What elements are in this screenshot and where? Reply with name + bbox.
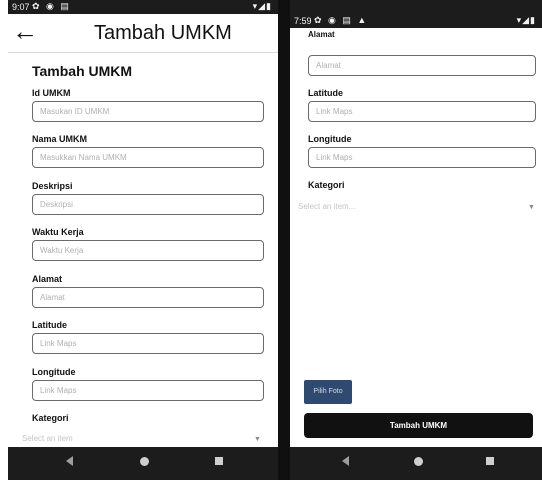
- label-deskripsi: Deskripsi: [32, 181, 73, 191]
- nav-back-icon[interactable]: [342, 456, 349, 466]
- nav-home-icon[interactable]: [414, 457, 423, 466]
- label-waktu-kerja: Waktu Kerja: [32, 227, 84, 237]
- input-alamat[interactable]: Alamat: [32, 287, 264, 308]
- signal-battery-icon: ▾◢▮: [516, 15, 536, 25]
- input-latitude[interactable]: Link Maps: [32, 333, 264, 354]
- app-bar: 9:07 ✿ ◉ ▤ ▾◢▮ ← Tambah UMKM: [8, 0, 278, 53]
- input-latitude[interactable]: Link Maps: [308, 101, 536, 122]
- label-longitude: Longitude: [32, 367, 76, 377]
- select-kategori-placeholder: Select an item: [22, 434, 73, 443]
- label-alamat: Alamat: [308, 30, 335, 39]
- input-longitude[interactable]: Link Maps: [32, 380, 264, 401]
- right-phone-screen: 7:59 ✿ ◉ ▤ ▲ ▾◢▮ Alamat Alamat Latitude …: [290, 0, 542, 480]
- form-title: Tambah UMKM: [32, 63, 133, 79]
- input-waktu-kerja[interactable]: Waktu Kerja: [32, 240, 264, 261]
- label-kategori: Kategori: [308, 180, 345, 190]
- status-time: 7:59: [294, 16, 312, 26]
- label-id-umkm: Id UMKM: [32, 88, 71, 98]
- screen-divider: [278, 0, 290, 480]
- select-kategori[interactable]: Select an item...: [298, 202, 528, 211]
- label-latitude: Latitude: [32, 320, 67, 330]
- input-deskripsi[interactable]: Deskripsi: [32, 194, 264, 215]
- chevron-down-icon[interactable]: ▼: [254, 436, 261, 443]
- status-icons: ✿ ◉ ▤: [32, 1, 71, 11]
- pilih-foto-button[interactable]: Pilih Foto: [304, 380, 352, 404]
- android-nav-bar: [290, 447, 542, 480]
- signal-battery-icon: ▾◢▮: [252, 1, 272, 11]
- select-kategori-placeholder: Select an item...: [298, 202, 356, 211]
- status-bar: 7:59 ✿ ◉ ▤ ▲ ▾◢▮: [290, 14, 542, 28]
- label-nama-umkm: Nama UMKM: [32, 134, 88, 144]
- nav-recent-icon[interactable]: [215, 457, 223, 465]
- input-longitude[interactable]: Link Maps: [308, 147, 536, 168]
- label-alamat: Alamat: [32, 274, 63, 284]
- status-time: 9:07: [12, 2, 30, 12]
- input-id-umkm[interactable]: Masukan ID UMKM: [32, 101, 264, 122]
- label-kategori: Kategori: [32, 413, 69, 423]
- status-bar: 9:07 ✿ ◉ ▤ ▾◢▮: [8, 0, 278, 14]
- nav-back-icon[interactable]: [66, 456, 73, 466]
- app-bar-title: Tambah UMKM: [94, 22, 232, 44]
- input-nama-umkm[interactable]: Masukkan Nama UMKM: [32, 147, 264, 168]
- chevron-down-icon[interactable]: ▼: [528, 204, 535, 211]
- tambah-umkm-button[interactable]: Tambah UMKM: [304, 413, 533, 438]
- label-longitude: Longitude: [308, 134, 352, 144]
- android-nav-bar: [8, 447, 278, 480]
- select-kategori[interactable]: Select an item: [22, 434, 262, 443]
- input-alamat[interactable]: Alamat: [308, 55, 536, 76]
- left-phone-screen: 9:07 ✿ ◉ ▤ ▾◢▮ ← Tambah UMKM Tambah UMKM…: [8, 0, 278, 480]
- label-latitude: Latitude: [308, 88, 343, 98]
- nav-recent-icon[interactable]: [486, 457, 494, 465]
- status-icons: ✿ ◉ ▤ ▲: [314, 15, 369, 25]
- nav-home-icon[interactable]: [140, 457, 149, 466]
- back-arrow-icon[interactable]: ←: [12, 18, 38, 44]
